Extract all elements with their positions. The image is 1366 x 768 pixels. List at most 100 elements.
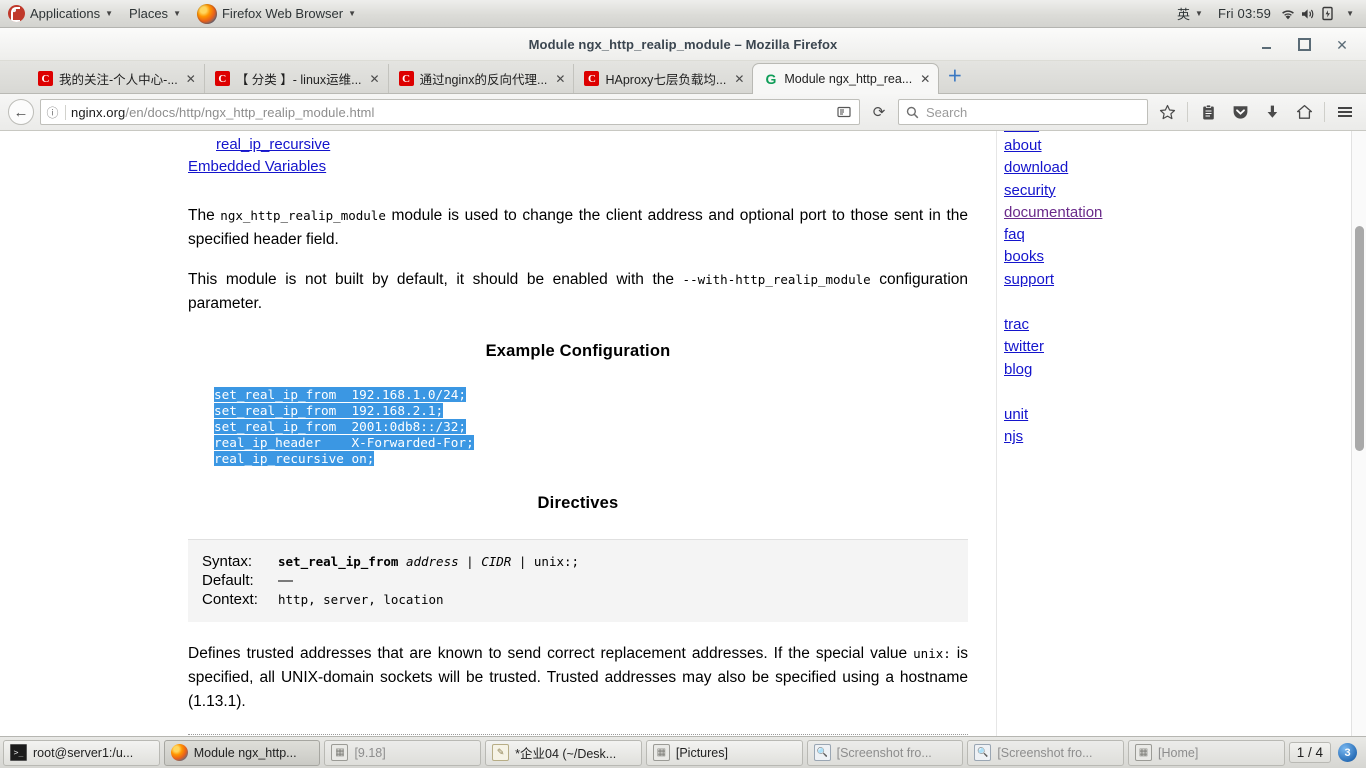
taskbar-item-label: [Screenshot fro... <box>997 745 1093 760</box>
volume-icon[interactable] <box>1298 4 1318 24</box>
taskbar-item-home[interactable]: ▦ [Home] <box>1128 739 1285 766</box>
page-info-icon[interactable]: ⓘ <box>45 105 60 120</box>
workspace-badge[interactable]: 3 <box>1338 743 1358 762</box>
reload-button[interactable]: ⟳ <box>866 99 892 125</box>
taskbar-item-pictures[interactable]: ▦ [Pictures] <box>645 739 803 766</box>
taskbar-item-label: root@server1:/u... <box>33 745 134 760</box>
taskbar-item-firefox[interactable]: Module ngx_http... <box>163 739 321 766</box>
reader-view-icon[interactable] <box>833 101 855 123</box>
system-menu[interactable]: ▼ <box>1338 0 1362 28</box>
input-source-indicator[interactable]: 英 ▼ <box>1169 0 1211 28</box>
syntax-separator: | <box>458 554 482 569</box>
browser-tab-1[interactable]: C 我的关注-个人中心-... ✕ <box>28 64 204 93</box>
close-icon[interactable]: ✕ <box>368 72 380 86</box>
sidebar-link-documentation[interactable]: documentation <box>1004 202 1204 224</box>
scrollbar-thumb[interactable] <box>1355 226 1364 451</box>
file-manager-icon: ▦ <box>652 744 670 761</box>
sidebar-link-download[interactable]: download <box>1004 157 1204 179</box>
vertical-scrollbar[interactable] <box>1351 131 1366 736</box>
sidebar-link-trac[interactable]: trac <box>1004 314 1204 336</box>
csdn-icon: C <box>584 71 600 86</box>
browser-tab-5-active[interactable]: G Module ngx_http_rea... ✕ <box>752 63 940 94</box>
sidebar-link-njs[interactable]: njs <box>1004 426 1204 448</box>
maximize-button[interactable] <box>1296 37 1312 53</box>
sidebar-link-support[interactable]: support <box>1004 269 1204 291</box>
syntax-row: Syntax: set_real_ip_from address | CIDR … <box>202 552 968 571</box>
csdn-icon: C <box>214 71 230 86</box>
tab-strip: C 我的关注-个人中心-... ✕ C 【 分类 】- linux运维... ✕… <box>0 61 1366 94</box>
wifi-icon[interactable] <box>1278 4 1298 24</box>
bookmark-star-icon[interactable] <box>1154 99 1180 125</box>
menu-icon[interactable] <box>1332 99 1358 125</box>
chevron-down-icon: ▼ <box>173 8 181 18</box>
google-icon: G <box>765 71 777 87</box>
site-sidebar-nav: news about download security documentati… <box>1004 131 1204 736</box>
taskbar-item-label: [9.18] <box>354 745 386 760</box>
input-source-label: 英 <box>1177 7 1191 22</box>
home-icon[interactable] <box>1291 99 1317 125</box>
applications-menu[interactable]: Applications ▼ <box>0 0 121 28</box>
panel-right-group: 英 ▼ Fri 03:59 ▼ <box>1169 0 1366 28</box>
downloads-icon[interactable] <box>1259 99 1285 125</box>
sidebar-link-unit[interactable]: unit <box>1004 404 1204 426</box>
active-application-menu[interactable]: Firefox Web Browser ▼ <box>189 0 364 28</box>
tab-label: 我的关注-个人中心-... <box>59 73 178 87</box>
close-button[interactable]: ✕ <box>1334 37 1350 53</box>
close-icon[interactable]: ✕ <box>732 72 744 86</box>
applications-menu-label: Applications <box>30 6 101 21</box>
sidebar-link-blog[interactable]: blog <box>1004 359 1204 381</box>
taskbar-item-label: [Pictures] <box>675 745 728 760</box>
taskbar-item-screenshot-2[interactable]: 🔍 [Screenshot fro... <box>967 739 1125 766</box>
battery-icon[interactable] <box>1318 4 1338 24</box>
image-viewer-icon: 🔍 <box>974 744 992 761</box>
taskbar-item-editor[interactable]: ✎ *企业04 (~/Desk... <box>485 739 642 766</box>
taskbar-item-label: Module ngx_http... <box>193 745 297 760</box>
places-menu[interactable]: Places ▼ <box>121 0 189 28</box>
divider <box>1324 102 1325 122</box>
window-title: Module ngx_http_realip_module – Mozilla … <box>528 36 838 52</box>
sidebar-link-twitter[interactable]: twitter <box>1004 336 1204 358</box>
tab-label: Module ngx_http_rea... <box>784 72 913 86</box>
clock[interactable]: Fri 03:59 <box>1211 6 1278 21</box>
sidebar-link-books[interactable]: books <box>1004 246 1204 268</box>
browser-tab-2[interactable]: C 【 分类 】- linux运维... ✕ <box>203 64 388 93</box>
inline-code: ngx_http_realip_module <box>220 208 386 223</box>
taskbar-item-screenshot-1[interactable]: 🔍 [Screenshot fro... <box>806 739 964 766</box>
text-editor-icon: ✎ <box>492 744 510 761</box>
toc-link-embedded-variables[interactable]: Embedded Variables <box>188 156 968 178</box>
web-page: real_ip_recursive Embedded Variables The… <box>0 131 1351 736</box>
taskbar-item-terminal[interactable]: >_ root@server1:/u... <box>3 739 160 766</box>
close-icon[interactable]: ✕ <box>184 72 196 86</box>
taskbar-item-9-18[interactable]: ▦ [9.18] <box>324 739 482 766</box>
url-bar[interactable]: ⓘ nginx.org/en/docs/http/ngx_http_realip… <box>40 99 860 125</box>
search-input-placeholder[interactable]: Search <box>926 105 967 120</box>
file-manager-icon: ▦ <box>331 744 349 761</box>
minimize-button[interactable] <box>1258 37 1274 53</box>
example-configuration-heading: Example Configuration <box>485 342 671 360</box>
chevron-down-icon: ▼ <box>1346 8 1354 18</box>
pocket-icon[interactable] <box>1227 99 1253 125</box>
sidebar-link-about[interactable]: about <box>1004 135 1204 157</box>
browser-tab-4[interactable]: C HAproxy七层负载均... ✕ <box>573 64 752 93</box>
browser-tab-3[interactable]: C 通过nginx的反向代理... ✕ <box>387 64 574 93</box>
close-icon[interactable]: ✕ <box>918 72 930 86</box>
chevron-down-icon: ▼ <box>105 8 114 18</box>
new-tab-button[interactable]: ＋ <box>947 65 962 86</box>
close-icon[interactable]: ✕ <box>553 72 565 86</box>
url-host: nginx.org <box>71 104 126 120</box>
back-button[interactable]: ← <box>8 99 34 125</box>
example-code-block: set_real_ip_from 192.168.1.0/24; set_rea… <box>188 387 968 467</box>
sidebar-link-faq[interactable]: faq <box>1004 224 1204 246</box>
toc-link-real-ip-recursive[interactable]: real_ip_recursive <box>188 134 968 156</box>
context-value: http, server, location <box>278 592 444 607</box>
window-controls: ✕ <box>1258 28 1360 61</box>
search-bar[interactable]: Search <box>898 99 1148 125</box>
directive-description: Defines trusted addresses that are known… <box>188 642 968 714</box>
url-text: nginx.org/en/docs/http/ngx_http_realip_m… <box>71 105 828 120</box>
library-icon[interactable] <box>1195 99 1221 125</box>
chevron-down-icon: ▼ <box>348 8 357 18</box>
code-line: set_real_ip_from 2001:0db8::/32; <box>214 419 467 434</box>
workspace-count[interactable]: 1 / 4 <box>1288 742 1332 763</box>
sidebar-link-security[interactable]: security <box>1004 180 1204 202</box>
